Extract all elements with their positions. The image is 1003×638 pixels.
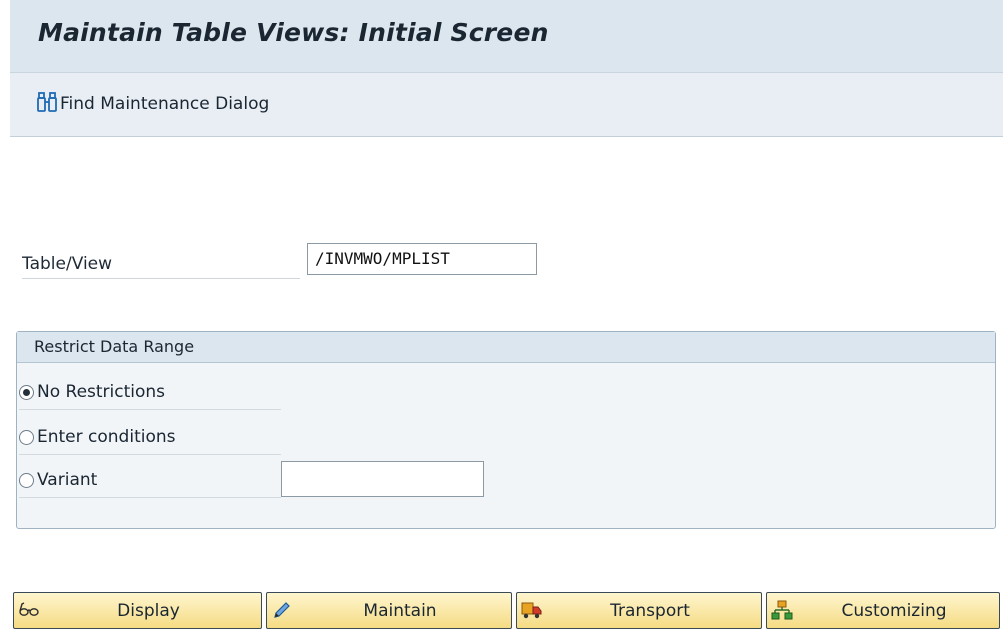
truck-icon (521, 599, 543, 621)
display-label: Display (117, 600, 180, 621)
radio-no-restrictions-label: No Restrictions (37, 382, 166, 402)
customizing-button[interactable]: Customizing (766, 592, 1000, 629)
divider (19, 409, 281, 410)
glasses-icon (18, 599, 40, 621)
display-button[interactable]: Display (13, 592, 262, 629)
pencil-icon (271, 599, 293, 621)
radio-no-restrictions[interactable]: No Restrictions (19, 378, 165, 406)
radio-button[interactable] (19, 472, 34, 488)
customizing-label: Customizing (841, 600, 947, 621)
application-toolbar: Find Maintenance Dialog (10, 73, 1003, 137)
title-bar: Maintain Table Views: Initial Screen (10, 0, 1003, 73)
find-maintenance-dialog-label: Find Maintenance Dialog (60, 94, 270, 114)
maintain-button[interactable]: Maintain (266, 592, 512, 629)
binoculars-icon (37, 91, 57, 117)
radio-enter-conditions-label: Enter conditions (37, 427, 176, 447)
divider (19, 454, 281, 455)
variant-input[interactable] (281, 461, 484, 497)
radio-button[interactable] (19, 429, 34, 445)
hierarchy-icon (771, 599, 793, 621)
radio-enter-conditions[interactable]: Enter conditions (19, 423, 176, 451)
radio-variant-label: Variant (37, 470, 98, 490)
page-title: Maintain Table Views: Initial Screen (38, 18, 549, 47)
find-maintenance-dialog-button[interactable]: Find Maintenance Dialog (37, 91, 269, 117)
restrict-data-range-title: Restrict Data Range (17, 332, 995, 363)
action-button-bar: Display Maintain Transport Customizing (10, 592, 1003, 632)
table-view-label: Table/View (22, 252, 300, 279)
radio-button-checked[interactable] (19, 384, 34, 400)
transport-button[interactable]: Transport (516, 592, 762, 629)
table-view-input[interactable]: /INVMWO/MPLIST (307, 243, 537, 275)
divider (19, 497, 281, 498)
transport-label: Transport (610, 600, 690, 621)
radio-variant[interactable]: Variant (19, 466, 97, 494)
maintain-label: Maintain (363, 600, 437, 621)
